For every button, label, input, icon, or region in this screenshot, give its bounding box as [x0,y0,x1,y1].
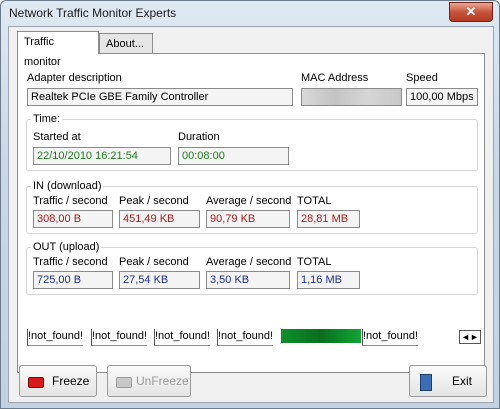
out-total-label: TOTAL [297,256,332,268]
out-total-field: 1,16 MB [297,271,360,289]
interface-tab-2[interactable]: !not_found! [91,329,148,346]
speed-label: Speed [406,72,438,84]
tab-about[interactable]: About... [99,33,153,53]
speed-field: 100,00 Mbps [406,88,478,106]
out-peak-field: 27,54 KB [119,271,200,289]
in-total-field: 28,81 MB [297,210,360,228]
in-group-label: IN (download) [31,180,104,192]
in-average-label: Average / second [206,195,292,207]
started-at-field: 22/10/2010 16:21:54 [33,147,171,165]
in-average-field: 90,79 KB [206,210,290,228]
unfreeze-button[interactable]: UnFreeze [107,365,191,397]
window-title: Network Traffic Monitor Experts [9,6,177,20]
out-peak-label: Peak / second [119,256,189,268]
duration-field: 00:08:00 [178,147,289,165]
in-peak-field: 451,49 KB [119,210,200,228]
interface-tab-4[interactable]: !not_found! [217,329,274,346]
title-bar: Network Traffic Monitor Experts ✕ [1,1,499,25]
out-traffic-field: 725,00 B [33,271,113,289]
traffic-monitor-panel: Adapter description Realtek PCIe GBE Fam… [17,53,485,373]
adapter-description-label: Adapter description [27,72,122,84]
exit-button[interactable]: Exit [409,365,487,397]
freeze-label: Freeze [52,374,90,388]
mac-address-label: MAC Address [301,72,369,84]
interface-tab-strip: !not_found! !not_found! !not_found! !not… [17,327,485,347]
time-group: Time: Started at 22/10/2010 16:21:54 Dur… [26,113,478,171]
tab-scroll-arrows-icon[interactable]: ◄► [459,330,481,344]
started-at-label: Started at [33,131,81,143]
interface-tab-1[interactable]: !not_found! [27,329,84,346]
interface-tab-5[interactable]: !not_found! [362,329,419,346]
freeze-icon [28,377,44,388]
freeze-button[interactable]: Freeze [19,365,97,397]
in-download-group: IN (download) Traffic / second 308,00 B … [26,180,478,234]
app-window: Network Traffic Monitor Experts ✕ Traffi… [0,0,500,409]
unfreeze-label: UnFreeze [136,374,189,388]
out-average-field: 3,50 KB [206,271,290,289]
exit-label: Exit [452,374,473,388]
duration-label: Duration [178,131,220,143]
time-group-label: Time: [31,113,63,125]
unfreeze-icon [116,377,132,388]
in-traffic-label: Traffic / second [33,195,108,207]
out-traffic-label: Traffic / second [33,256,108,268]
out-average-label: Average / second [206,256,292,268]
out-group-label: OUT (upload) [31,241,102,253]
client-area: Traffic monitor About... Adapter descrip… [8,26,494,403]
interface-tab-3[interactable]: !not_found! [154,329,211,346]
close-button[interactable]: ✕ [449,2,493,22]
mac-address-field-blurred [301,88,402,106]
in-total-label: TOTAL [297,195,332,207]
in-traffic-field: 308,00 B [33,210,113,228]
interface-tab-active-redacted[interactable] [281,329,361,343]
out-upload-group: OUT (upload) Traffic / second 725,00 B P… [26,241,478,295]
tab-traffic-monitor[interactable]: Traffic monitor [17,31,99,68]
in-peak-label: Peak / second [119,195,189,207]
exit-door-icon [420,374,432,391]
adapter-description-field: Realtek PCIe GBE Family Controller [27,88,293,106]
